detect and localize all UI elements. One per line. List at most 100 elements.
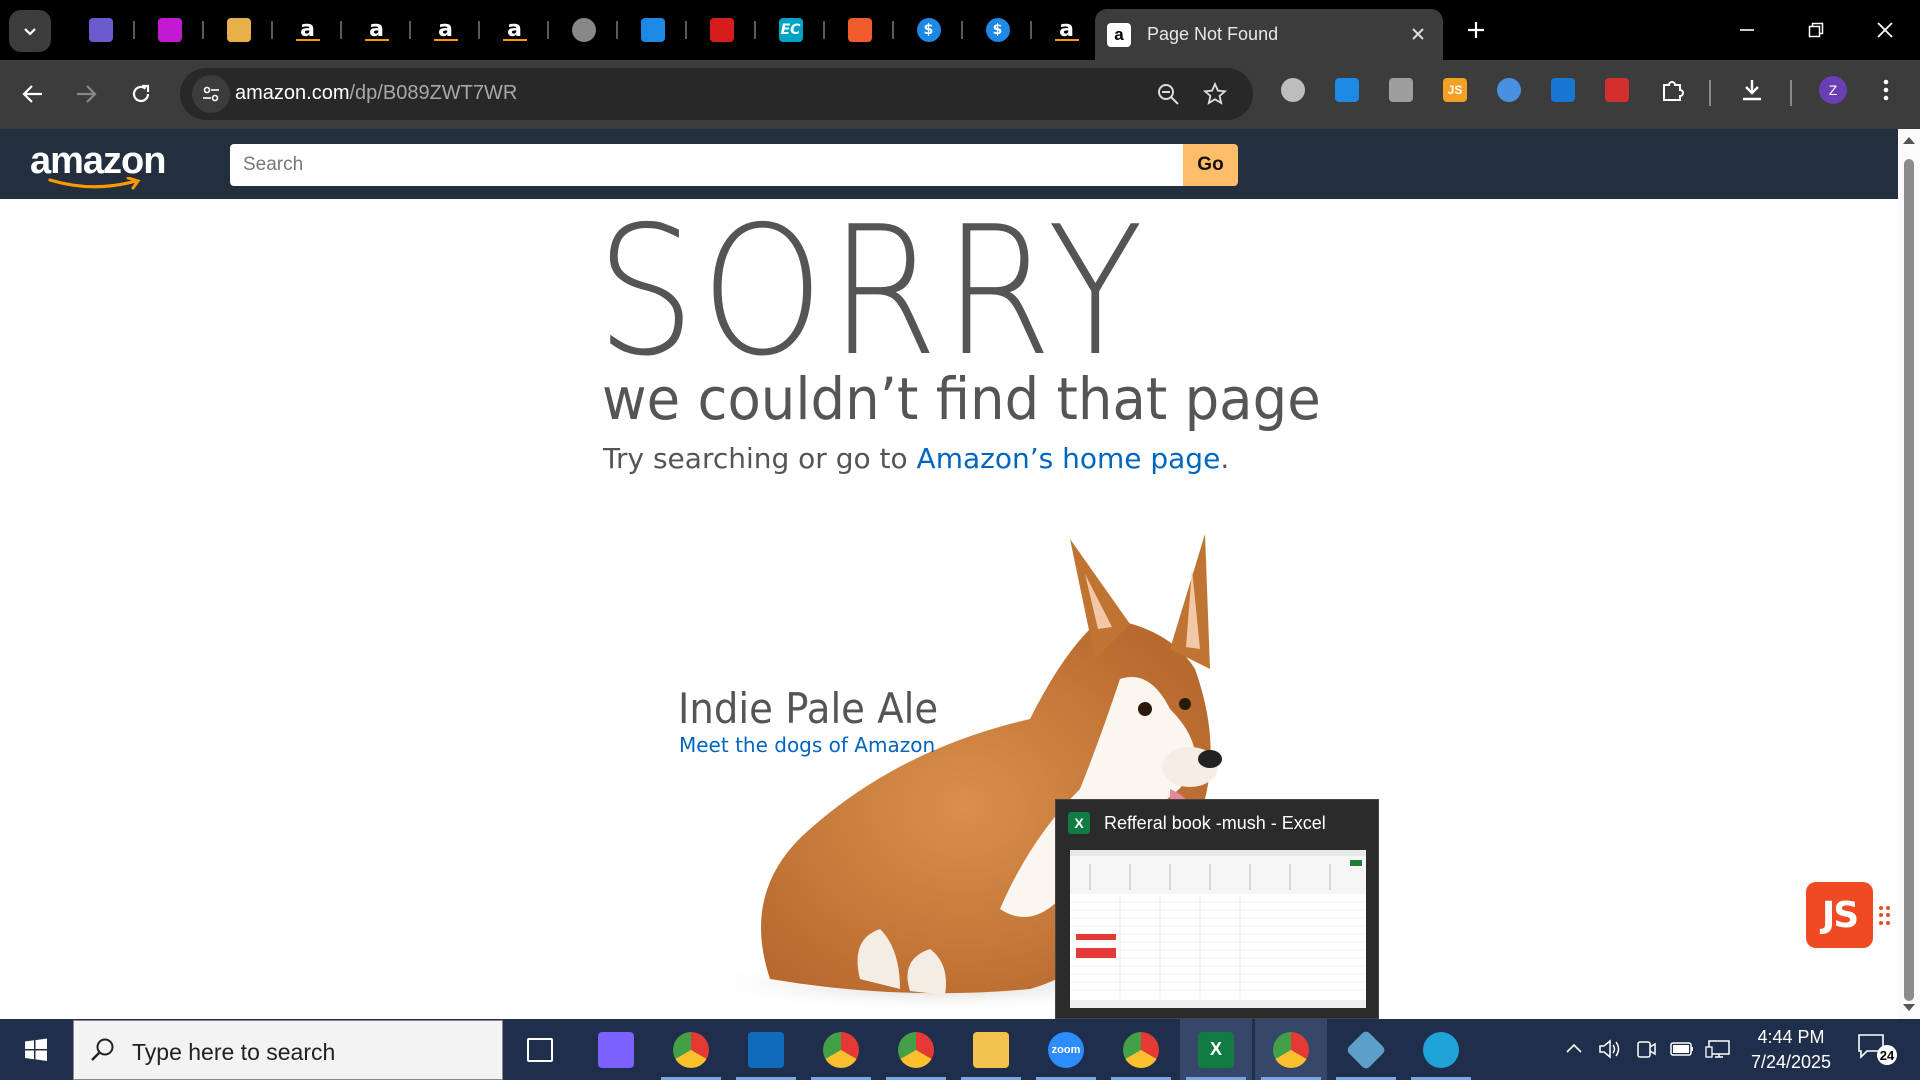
amazon-logo[interactable]: amazon [30, 141, 166, 190]
downloads-button[interactable] [1737, 75, 1767, 105]
zoom-button[interactable] [1148, 74, 1188, 114]
scroll-down-icon[interactable] [1903, 1004, 1915, 1011]
pinned-tab[interactable] [135, 12, 204, 48]
reload-button[interactable] [121, 74, 161, 114]
copilot-icon [598, 1031, 634, 1068]
taskbar-app-edge[interactable] [1405, 1019, 1477, 1080]
pinned-tab[interactable] [618, 12, 687, 48]
network-button[interactable] [1704, 1035, 1732, 1063]
taskbar-app-copilot[interactable] [580, 1019, 652, 1080]
pinned-tab[interactable]: EC [756, 12, 825, 48]
system-clock[interactable]: 4:44 PM 7/24/2025 [1736, 1025, 1846, 1075]
spreadsheet-thumbnail-image [1070, 850, 1366, 1008]
restore-icon [1808, 22, 1824, 38]
browser-menu-button[interactable] [1871, 75, 1901, 105]
toolbar-separator [1709, 80, 1711, 106]
address-bar[interactable]: amazon.com/dp/B089ZWT7WR [180, 68, 1253, 120]
puzzle-plus-icon[interactable] [1332, 75, 1362, 105]
show-hidden-icons-button[interactable] [1560, 1035, 1588, 1063]
page-viewport: amazon Go SORRY we couldn’t find that pa… [0, 129, 1898, 1019]
taskbar-app-chrome-profile-z[interactable] [1255, 1019, 1327, 1080]
taskbar-app-outlook[interactable] [730, 1019, 802, 1080]
arrow-icon[interactable] [1602, 75, 1632, 105]
taskbar-app-chrome-profile[interactable] [655, 1019, 727, 1080]
taskbar-app-file-explorer[interactable] [955, 1019, 1027, 1080]
try-searching-text: Try searching or go to Amazon’s home pag… [603, 442, 1229, 475]
bike-icon[interactable] [1386, 75, 1416, 105]
pinned-tab[interactable]: a [342, 12, 411, 48]
meet-now-button[interactable] [1632, 1035, 1660, 1063]
tab-search-button[interactable] [9, 10, 51, 52]
preview-title: Refferal book -mush - Excel [1104, 812, 1326, 833]
go-button[interactable]: Go [1183, 144, 1238, 186]
pinned-tab[interactable]: a [411, 12, 480, 48]
excel-window-preview[interactable]: X Refferal book -mush - Excel [1055, 799, 1379, 1019]
js-icon-glyph: JS [1443, 78, 1467, 102]
profile-button[interactable]: Z [1818, 75, 1848, 105]
start-button[interactable] [0, 1019, 72, 1080]
restore-button[interactable] [1792, 8, 1840, 52]
close-tab-button[interactable] [1407, 23, 1429, 45]
taskbar-app-task-view[interactable] [504, 1019, 576, 1080]
chrome-profile-z-icon [1273, 1031, 1309, 1068]
pinned-tabs: a a a a EC $ $ a [66, 12, 1101, 48]
forward-button[interactable] [66, 74, 106, 114]
pinned-tab[interactable] [204, 12, 273, 48]
amazon-favicon: a [1107, 22, 1131, 47]
scroll-up-icon[interactable] [1903, 137, 1915, 144]
pinned-tab[interactable]: a [273, 12, 342, 48]
extensions-menu-button[interactable] [1658, 75, 1688, 105]
minimize-button[interactable] [1723, 8, 1771, 52]
edge-icon [1423, 1031, 1459, 1068]
notification-center-button[interactable]: 24 [1857, 1033, 1897, 1069]
tab-page-not-found[interactable]: a Page Not Found [1095, 9, 1443, 60]
bars-icon[interactable] [1548, 75, 1578, 105]
amazon-home-link[interactable]: Amazon’s home page [917, 442, 1221, 475]
url-text[interactable]: amazon.com/dp/B089ZWT7WR [235, 82, 517, 105]
dollar-icon: $ [985, 18, 1010, 42]
drag-handle-icon[interactable] [1879, 906, 1891, 926]
scroll-thumb[interactable] [1904, 159, 1914, 1001]
js-icon[interactable]: JS [1440, 75, 1470, 105]
tab-title: Page Not Found [1147, 24, 1279, 44]
back-button[interactable] [13, 74, 53, 114]
search-icon [91, 1038, 114, 1061]
taskbar-app-chrome-profile[interactable] [880, 1019, 952, 1080]
new-tab-button[interactable] [1458, 12, 1494, 48]
bookmark-button[interactable] [1195, 74, 1235, 114]
amazon-search-input[interactable] [230, 144, 1183, 186]
pinned-tab[interactable] [549, 12, 618, 48]
chrome-profile-icon [823, 1031, 859, 1068]
close-window-button[interactable] [1861, 8, 1909, 52]
bike-icon-glyph [1389, 78, 1413, 102]
circle-icon[interactable] [1494, 75, 1524, 105]
taskbar-search-box[interactable]: Type here to search [73, 1020, 503, 1080]
taskbar-app-excel[interactable]: X [1180, 1019, 1252, 1080]
pinned-tab[interactable]: a [480, 12, 549, 48]
toolbar-separator [1790, 80, 1792, 106]
dog-name-heading: Indie Pale Ale [678, 684, 939, 733]
taskbar-app-chrome[interactable] [1105, 1019, 1177, 1080]
star-icon [1203, 82, 1227, 105]
try-prefix: Try searching or go to [603, 442, 917, 475]
page-scrollbar[interactable] [1898, 129, 1920, 1019]
pinned-tab[interactable] [66, 12, 135, 48]
site-info-button[interactable] [192, 75, 230, 113]
meet-the-dogs-link[interactable]: Meet the dogs of Amazon [679, 733, 935, 757]
close-icon [1877, 22, 1893, 38]
taskbar-app-diamond-app[interactable] [1330, 1019, 1402, 1080]
battery-button[interactable] [1668, 1035, 1696, 1063]
globe-grid-icon[interactable] [1278, 75, 1308, 105]
pinned-tab[interactable]: $ [894, 12, 963, 48]
circle-icon-glyph [1497, 78, 1521, 102]
pinned-tab[interactable] [687, 12, 756, 48]
pinned-tab[interactable]: $ [963, 12, 1032, 48]
g-app-icon [640, 18, 665, 42]
taskbar-app-chrome-profile[interactable] [805, 1019, 877, 1080]
volume-button[interactable] [1596, 1035, 1624, 1063]
stack-icon [847, 18, 872, 42]
pinned-tab[interactable]: a [1032, 12, 1101, 48]
js-extension-fab[interactable]: JS [1806, 882, 1873, 948]
pinned-tab[interactable] [825, 12, 894, 48]
taskbar-app-zoom[interactable]: zoom [1030, 1019, 1102, 1080]
